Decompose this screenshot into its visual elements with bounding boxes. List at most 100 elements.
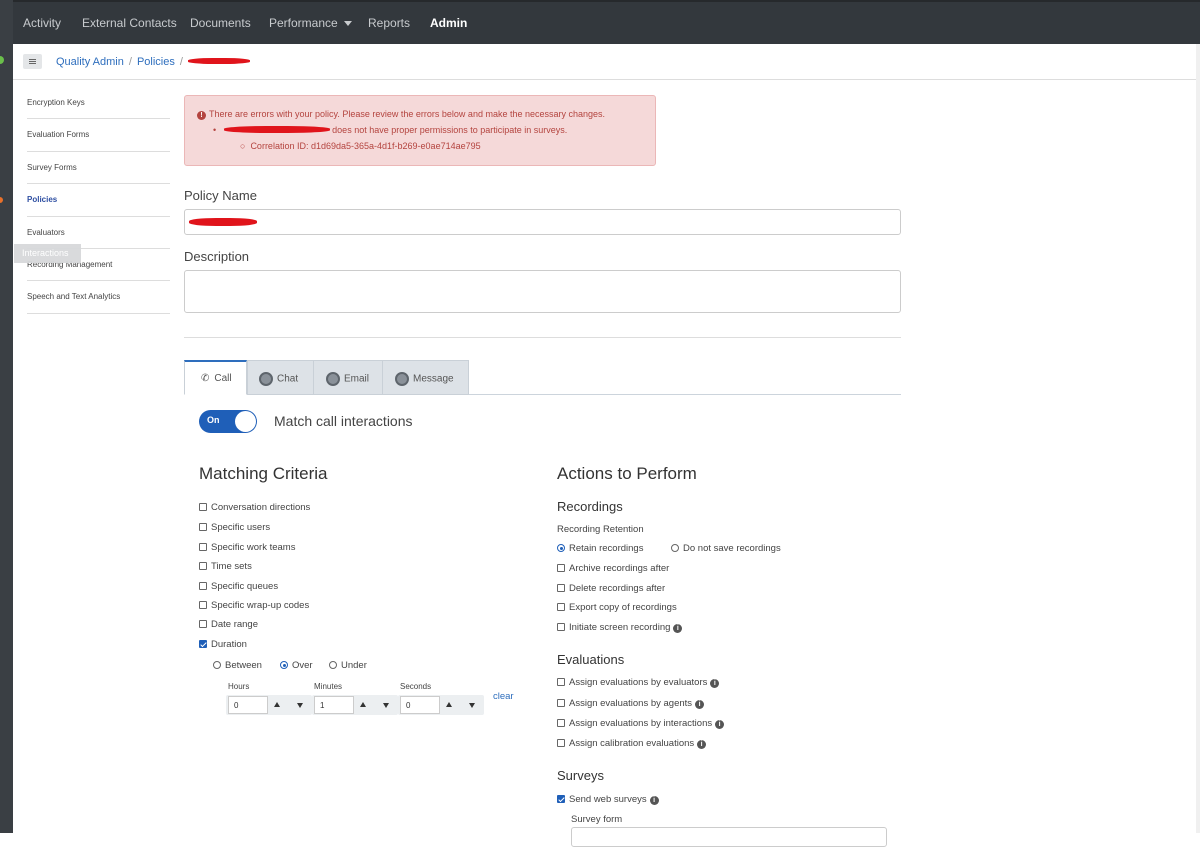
checkbox[interactable] <box>557 603 565 611</box>
sidebar-item-policies[interactable]: Policies <box>27 184 170 217</box>
seconds-input[interactable]: 0 <box>400 696 440 714</box>
export-recordings-option[interactable]: Export copy of recordings <box>557 602 677 613</box>
criteria-specific-users[interactable]: Specific users <box>199 522 270 533</box>
screen-recording-option[interactable]: Initiate screen recording i <box>557 622 683 633</box>
nav-activity[interactable]: Activity <box>23 16 61 30</box>
radio[interactable] <box>671 544 679 552</box>
hours-stepper: 0 <box>226 695 312 715</box>
menu-icon-bar <box>29 61 36 62</box>
delete-recordings-option[interactable]: Delete recordings after <box>557 583 665 594</box>
sidebar-item-encryption-keys[interactable]: Encryption Keys <box>27 87 170 120</box>
option-label: Send web surveys <box>569 794 647 805</box>
checkbox[interactable] <box>199 620 207 628</box>
clear-link[interactable]: clear <box>493 691 514 702</box>
checkbox[interactable] <box>557 699 565 707</box>
info-icon[interactable]: i <box>673 624 683 633</box>
option-label: Assign evaluations by evaluators <box>569 677 708 688</box>
criteria-specific-work-teams[interactable]: Specific work teams <box>199 542 295 553</box>
matching-criteria-title: Matching Criteria <box>199 464 328 483</box>
criteria-label: Specific queues <box>211 581 279 592</box>
checkbox[interactable] <box>199 582 207 590</box>
description-textarea[interactable] <box>184 270 901 313</box>
checkbox[interactable] <box>557 719 565 727</box>
eval-by-agents-option[interactable]: Assign evaluations by agents i <box>557 698 705 709</box>
info-icon[interactable]: i <box>710 679 720 688</box>
nav-reports[interactable]: Reports <box>368 16 410 30</box>
checkbox-checked[interactable] <box>199 640 207 648</box>
criteria-conversation-directions[interactable]: Conversation directions <box>199 502 310 513</box>
retain-recordings-radio[interactable]: Retain recordings <box>557 543 643 554</box>
info-icon[interactable]: i <box>697 740 707 749</box>
scrollbar[interactable] <box>1196 44 1200 833</box>
increment-icon[interactable] <box>274 702 280 707</box>
eval-by-interactions-option[interactable]: Assign evaluations by interactions i <box>557 718 725 729</box>
decrement-icon[interactable] <box>469 703 475 708</box>
nav-admin[interactable]: Admin <box>430 16 467 30</box>
checkbox[interactable] <box>557 739 565 747</box>
tab-chat[interactable]: Chat <box>247 360 314 395</box>
breadcrumb-policies[interactable]: Policies <box>137 56 175 68</box>
decrement-icon[interactable] <box>297 703 303 708</box>
criteria-specific-queues[interactable]: Specific queues <box>199 581 278 592</box>
hours-input[interactable]: 0 <box>228 696 268 714</box>
option-label: Assign calibration evaluations <box>569 738 695 749</box>
tab-call[interactable]: ✆ Call <box>184 360 247 395</box>
checkbox[interactable] <box>199 543 207 551</box>
option-label: Assign evaluations by interactions <box>569 718 713 729</box>
nav-performance[interactable]: Performance <box>269 16 352 30</box>
surveys-title: Surveys <box>557 768 604 783</box>
checkbox[interactable] <box>199 503 207 511</box>
radio-selected[interactable] <box>557 544 565 552</box>
survey-form-select[interactable] <box>571 827 887 847</box>
duration-over[interactable]: Over <box>280 660 313 671</box>
checkbox[interactable] <box>557 564 565 572</box>
checkbox-checked[interactable] <box>557 795 565 803</box>
match-interactions-toggle[interactable]: On <box>199 410 257 433</box>
checkbox[interactable] <box>557 678 565 686</box>
breadcrumb-quality-admin[interactable]: Quality Admin <box>56 56 124 68</box>
criteria-date-range[interactable]: Date range <box>199 619 258 630</box>
sidebar-item-evaluation-forms[interactable]: Evaluation Forms <box>27 119 170 152</box>
policy-name-input[interactable] <box>184 209 901 235</box>
checkbox[interactable] <box>199 601 207 609</box>
duration-between[interactable]: Between <box>213 660 262 671</box>
info-icon[interactable]: i <box>715 720 725 729</box>
sidebar-item-survey-forms[interactable]: Survey Forms <box>27 152 170 185</box>
eval-by-evaluators-option[interactable]: Assign evaluations by evaluators i <box>557 677 720 688</box>
breadcrumb-separator: / <box>128 56 132 68</box>
minutes-input[interactable]: 1 <box>314 696 354 714</box>
criteria-specific-wrap-up-codes[interactable]: Specific wrap-up codes <box>199 600 309 611</box>
checkbox[interactable] <box>199 562 207 570</box>
checkbox[interactable] <box>557 584 565 592</box>
criteria-duration[interactable]: Duration <box>199 639 247 650</box>
recording-retention-label: Recording Retention <box>557 524 644 535</box>
increment-icon[interactable] <box>360 702 366 707</box>
menu-toggle-button[interactable] <box>23 54 42 69</box>
radio[interactable] <box>329 661 337 669</box>
radio-selected[interactable] <box>280 661 288 669</box>
tab-message[interactable]: Message <box>382 360 469 395</box>
info-icon[interactable]: i <box>695 700 705 709</box>
option-label: Export copy of recordings <box>569 602 677 613</box>
duration-under[interactable]: Under <box>329 660 367 671</box>
nav-documents[interactable]: Documents <box>190 16 251 30</box>
info-icon[interactable]: i <box>649 796 659 805</box>
decrement-icon[interactable] <box>383 703 389 708</box>
left-rail <box>0 0 13 833</box>
do-not-save-recordings-radio[interactable]: Do not save recordings <box>671 543 781 554</box>
radio[interactable] <box>213 661 221 669</box>
alert-error-text: does not have proper permissions to part… <box>332 125 568 135</box>
sidebar-item-speech-and-text-analytics[interactable]: Speech and Text Analytics <box>27 281 170 314</box>
checkbox[interactable] <box>199 523 207 531</box>
calibration-evaluations-option[interactable]: Assign calibration evaluations i <box>557 738 707 749</box>
checkbox[interactable] <box>557 623 565 631</box>
nav-external-contacts[interactable]: External Contacts <box>82 16 177 30</box>
description-label: Description <box>184 249 250 264</box>
archive-recordings-option[interactable]: Archive recordings after <box>557 563 669 574</box>
tab-email[interactable]: Email <box>313 360 383 395</box>
increment-icon[interactable] <box>446 702 452 707</box>
criteria-time-sets[interactable]: Time sets <box>199 561 252 572</box>
evaluations-title: Evaluations <box>557 652 625 667</box>
seconds-stepper: 0 <box>398 695 484 715</box>
send-web-surveys-option[interactable]: Send web surveys i <box>557 794 659 805</box>
